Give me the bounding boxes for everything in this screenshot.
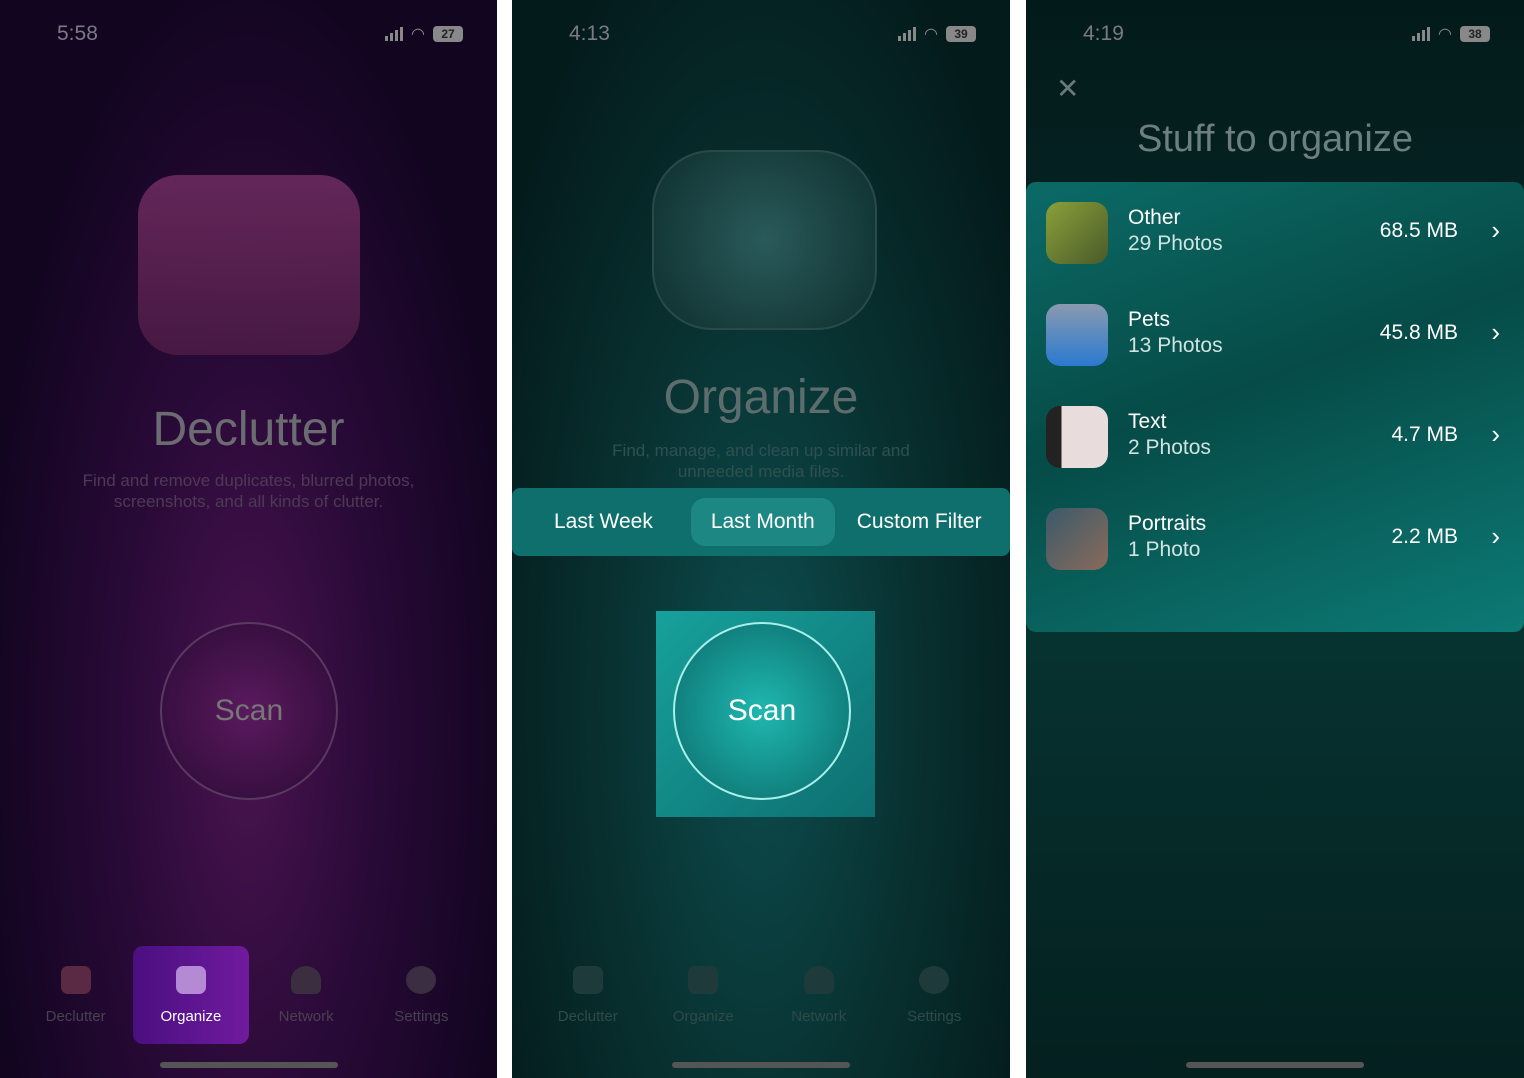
tab-network[interactable]: Network	[761, 946, 877, 1044]
chevron-right-icon: ›	[1491, 317, 1500, 347]
tab-declutter[interactable]: Declutter	[18, 946, 133, 1044]
declutter-screen: 5:58 ◠ 27 Declutter Find and remove dupli…	[0, 0, 497, 1078]
organize-illustration	[652, 150, 877, 330]
tab-label: Organize	[672, 1007, 734, 1025]
filter-segmented-control: Last Week Last Month Custom Filter	[512, 488, 1010, 556]
filter-last-month[interactable]: Last Month	[690, 498, 835, 546]
chevron-right-icon: ›	[1491, 521, 1500, 551]
network-icon	[291, 965, 322, 994]
item-name: Pets	[1128, 308, 1171, 331]
category-list: Other 29 Photos 68.5 MB › Pets 13 Photos 45.8…	[1026, 182, 1524, 632]
declutter-icon	[572, 965, 603, 994]
settings-icon	[406, 965, 437, 994]
list-item[interactable]: Other 29 Photos 68.5 MB ›	[1026, 182, 1524, 284]
scan-button[interactable]: Scan	[160, 622, 338, 800]
list-item[interactable]: Portraits 1 Photo 2.2 MB ›	[1026, 488, 1524, 590]
tab-bar: Declutter Organize Network Settings	[18, 946, 479, 1044]
item-size: 4.7 MB	[1391, 423, 1458, 446]
thumbnail	[1046, 508, 1108, 570]
battery-icon: 38	[1460, 26, 1490, 42]
tab-label: Declutter	[45, 1007, 106, 1025]
tab-label: Network	[791, 1007, 847, 1025]
item-count: 29 Photos	[1128, 232, 1223, 255]
network-icon	[803, 965, 834, 994]
status-time: 5:58	[57, 22, 98, 45]
status-bar: 4:19 ◠ 38	[1026, 20, 1524, 46]
item-name: Portraits	[1128, 512, 1207, 535]
item-size: 2.2 MB	[1391, 525, 1458, 548]
settings-icon	[919, 965, 950, 994]
declutter-icon	[60, 965, 91, 994]
status-bar: 4:13 ◠ 39	[512, 20, 1010, 46]
page-title: Declutter	[152, 403, 345, 456]
page-subtitle: Find and remove duplicates, blurred phot…	[82, 471, 415, 511]
item-size: 68.5 MB	[1379, 219, 1458, 242]
home-indicator	[1186, 1062, 1364, 1068]
page-subtitle: Find, manage, and clean up similar and u…	[612, 441, 910, 481]
tab-label: Organize	[160, 1007, 222, 1025]
status-bar: 5:58 ◠ 27	[0, 20, 497, 46]
battery-icon: 39	[946, 26, 976, 42]
thumbnail	[1046, 202, 1108, 264]
tab-settings[interactable]: Settings	[877, 946, 993, 1044]
tab-organize[interactable]: Organize	[646, 946, 762, 1044]
list-item[interactable]: Pets 13 Photos 45.8 MB ›	[1026, 284, 1524, 386]
tab-settings[interactable]: Settings	[364, 946, 479, 1044]
wifi-icon: ◠	[411, 26, 425, 43]
status-time: 4:19	[1083, 22, 1124, 45]
battery-icon: 27	[433, 26, 463, 42]
status-time: 4:13	[569, 22, 610, 45]
wifi-icon: ◠	[1438, 26, 1452, 43]
item-count: 1 Photo	[1128, 538, 1201, 561]
tab-network[interactable]: Network	[249, 946, 364, 1044]
signal-icon	[1412, 27, 1431, 41]
scan-button[interactable]: Scan	[673, 622, 851, 800]
tab-label: Declutter	[557, 1007, 618, 1025]
tab-organize[interactable]: Organize	[133, 946, 249, 1044]
tab-label: Settings	[394, 1007, 449, 1025]
item-name: Other	[1128, 206, 1181, 229]
item-name: Text	[1128, 410, 1167, 433]
filter-last-week[interactable]: Last Week	[526, 498, 681, 546]
signal-icon	[385, 27, 404, 41]
chevron-right-icon: ›	[1491, 215, 1500, 245]
close-icon[interactable]: ✕	[1056, 72, 1079, 105]
item-count: 2 Photos	[1128, 436, 1211, 459]
declutter-illustration	[138, 175, 360, 355]
list-item[interactable]: Text 2 Photos 4.7 MB ›	[1026, 386, 1524, 488]
page-title: Stuff to organize	[1136, 118, 1414, 160]
item-count: 13 Photos	[1128, 334, 1223, 357]
tab-label: Network	[278, 1007, 334, 1025]
signal-icon	[898, 27, 917, 41]
tab-label: Settings	[907, 1007, 962, 1025]
tab-declutter[interactable]: Declutter	[530, 946, 646, 1044]
page-title: Organize	[663, 371, 859, 424]
organize-icon	[688, 965, 719, 994]
chevron-right-icon: ›	[1491, 419, 1500, 449]
filter-custom[interactable]: Custom Filter	[845, 498, 994, 546]
thumbnail	[1046, 304, 1108, 366]
item-size: 45.8 MB	[1379, 321, 1458, 344]
tab-bar: Declutter Organize Network Settings	[530, 946, 992, 1044]
wifi-icon: ◠	[924, 26, 938, 43]
stuff-to-organize-screen: 4:19 ◠ 38 ✕ Stuff to organize Other 29 Pho…	[1026, 0, 1524, 1078]
organize-screen: 4:13 ◠ 39 Organize Find, manage, and clea…	[512, 0, 1010, 1078]
home-indicator	[672, 1062, 850, 1068]
home-indicator	[159, 1062, 338, 1068]
organize-icon	[175, 965, 206, 994]
thumbnail	[1046, 406, 1108, 468]
